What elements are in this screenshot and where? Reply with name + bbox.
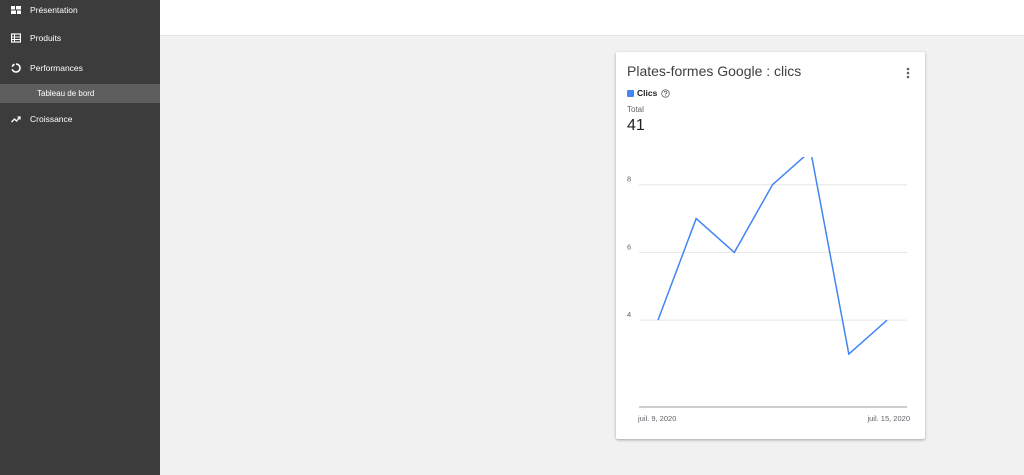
chart-legend: Clics bbox=[627, 87, 671, 99]
list-icon bbox=[11, 33, 21, 43]
legend-swatch bbox=[627, 89, 634, 97]
sidebar-item-presentation[interactable]: Présentation bbox=[0, 0, 160, 20]
sidebar-item-produits[interactable]: Produits bbox=[0, 28, 160, 48]
legend-label: Clics bbox=[637, 88, 658, 98]
total-value: 41 bbox=[627, 117, 645, 134]
x-tick-label: juil. 15, 2020 bbox=[866, 414, 910, 423]
more-vert-icon[interactable] bbox=[903, 66, 913, 80]
top-bar bbox=[160, 0, 1024, 36]
dashboard-icon bbox=[11, 6, 21, 14]
sidebar-item-label: Présentation bbox=[30, 5, 78, 15]
sidebar-subitem-tableau-de-bord[interactable]: Tableau de bord bbox=[0, 84, 160, 103]
performance-icon bbox=[11, 63, 21, 73]
sidebar: Présentation Produits Performances Table… bbox=[0, 0, 160, 475]
y-tick-label: 4 bbox=[627, 310, 631, 319]
card-title: Plates-formes Google : clics bbox=[627, 63, 802, 79]
sidebar-item-label: Performances bbox=[30, 63, 83, 73]
sidebar-subitem-label: Tableau de bord bbox=[37, 89, 95, 98]
sidebar-item-label: Produits bbox=[30, 33, 62, 43]
clicks-card: Plates-formes Google : clics Clics Total… bbox=[616, 52, 925, 439]
sidebar-item-croissance[interactable]: Croissance bbox=[0, 109, 160, 129]
x-tick-label: juil. 9, 2020 bbox=[637, 414, 676, 423]
total-label: Total bbox=[627, 105, 644, 114]
y-tick-label: 6 bbox=[627, 242, 631, 251]
y-tick-label: 8 bbox=[627, 175, 631, 184]
trending-up-icon bbox=[11, 116, 21, 123]
series-line-clics bbox=[657, 157, 888, 356]
help-icon[interactable] bbox=[661, 88, 671, 98]
clicks-line-chart: 46810juil. 9, 2020juil. 15, 2020 bbox=[627, 157, 910, 423]
sidebar-item-label: Croissance bbox=[30, 114, 73, 124]
sidebar-item-performances[interactable]: Performances bbox=[0, 58, 160, 78]
